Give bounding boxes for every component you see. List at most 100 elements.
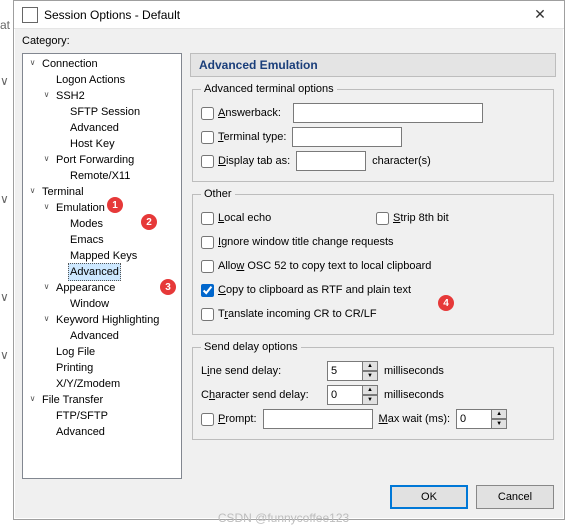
spin-up[interactable]: ▲ bbox=[363, 385, 378, 395]
spin-down[interactable]: ▼ bbox=[492, 419, 507, 429]
annotation-3: 3 bbox=[160, 279, 176, 295]
tree-node-xyzmodem[interactable]: X/Y/Zmodem bbox=[37, 376, 181, 392]
char-delay-field[interactable] bbox=[327, 385, 363, 405]
tree-node-emacs[interactable]: Emacs bbox=[51, 232, 181, 248]
display-tab-field[interactable] bbox=[296, 151, 366, 171]
annotation-4: 4 bbox=[438, 295, 454, 311]
group-advanced-terminal: Advanced terminal options Answerback: Te… bbox=[192, 83, 554, 182]
terminal-type-checkbox-label[interactable]: Terminal type: bbox=[201, 131, 286, 144]
bg-chevron: ∨ bbox=[0, 74, 9, 88]
strip-8th-checkbox-label[interactable]: Strip 8th bit bbox=[376, 212, 545, 225]
tree-node-logon-actions[interactable]: Logon Actions bbox=[37, 72, 181, 88]
group-legend: Other bbox=[201, 188, 235, 200]
settings-pane: Advanced Emulation Advanced terminal opt… bbox=[190, 53, 556, 479]
tree-node-log-file[interactable]: Log File bbox=[37, 344, 181, 360]
spin-down[interactable]: ▼ bbox=[363, 395, 378, 405]
terminal-type-checkbox[interactable] bbox=[201, 131, 214, 144]
annotation-1: 1 bbox=[107, 197, 123, 213]
tree-node-kh-advanced[interactable]: Advanced bbox=[51, 328, 181, 344]
tree-node-mapped-keys[interactable]: Mapped Keys bbox=[51, 248, 181, 264]
tree-node-file-transfer[interactable]: ∨File Transfer bbox=[23, 392, 181, 408]
category-tree[interactable]: ∨Connection Logon Actions ∨SSH2 SFTP Ses… bbox=[22, 53, 182, 479]
answerback-field[interactable] bbox=[293, 103, 483, 123]
spin-down[interactable]: ▼ bbox=[363, 371, 378, 381]
expander-icon[interactable]: ∨ bbox=[27, 394, 38, 405]
group-send-delay: Send delay options Line send delay: ▲▼ m… bbox=[192, 341, 554, 440]
spin-up[interactable]: ▲ bbox=[492, 409, 507, 419]
close-icon: ✕ bbox=[534, 6, 546, 23]
tree-node-emulation-advanced[interactable]: Advanced bbox=[51, 264, 181, 280]
local-echo-checkbox[interactable] bbox=[201, 212, 214, 225]
tree-node-modes[interactable]: Modes bbox=[51, 216, 181, 232]
title-bar: Session Options - Default ✕ bbox=[14, 1, 564, 29]
category-label: Category: bbox=[22, 35, 556, 47]
tree-node-ftp-sftp[interactable]: FTP/SFTP bbox=[37, 408, 181, 424]
bg-chevron: ∨ bbox=[0, 348, 9, 362]
expander-icon[interactable]: ∨ bbox=[41, 282, 52, 293]
terminal-type-field[interactable] bbox=[292, 127, 402, 147]
expander-icon[interactable]: ∨ bbox=[41, 90, 52, 101]
allow-osc52-checkbox[interactable] bbox=[201, 260, 214, 273]
allow-osc52-checkbox-label[interactable]: Allow OSC 52 to copy text to local clipb… bbox=[201, 260, 431, 273]
bg-chevron: ∨ bbox=[0, 192, 9, 206]
translate-cr-checkbox[interactable] bbox=[201, 308, 214, 321]
prompt-checkbox-label[interactable]: Prompt: bbox=[201, 413, 257, 426]
copy-rtf-checkbox[interactable] bbox=[201, 284, 214, 297]
dialog-window: Session Options - Default ✕ Category: ∨C… bbox=[13, 0, 565, 520]
translate-cr-checkbox-label[interactable]: Translate incoming CR to CR/LF bbox=[201, 308, 377, 321]
tree-node-connection[interactable]: ∨Connection bbox=[23, 56, 181, 72]
copy-rtf-checkbox-label[interactable]: Copy to clipboard as RTF and plain text bbox=[201, 284, 411, 297]
tree-node-ssh2-advanced[interactable]: Advanced bbox=[51, 120, 181, 136]
close-button[interactable]: ✕ bbox=[520, 1, 560, 29]
tree-node-port-forwarding[interactable]: ∨Port Forwarding bbox=[37, 152, 181, 168]
line-delay-field[interactable] bbox=[327, 361, 363, 381]
dialog-buttons: OK Cancel bbox=[390, 485, 554, 509]
prompt-checkbox[interactable] bbox=[201, 413, 214, 426]
cancel-button[interactable]: Cancel bbox=[476, 485, 554, 509]
tree-node-ft-advanced[interactable]: Advanced bbox=[37, 424, 181, 440]
ignore-title-checkbox[interactable] bbox=[201, 236, 214, 249]
answerback-checkbox-label[interactable]: Answerback: bbox=[201, 107, 281, 120]
expander-icon[interactable]: ∨ bbox=[41, 202, 52, 213]
expander-icon[interactable]: ∨ bbox=[41, 314, 52, 325]
max-wait-field[interactable] bbox=[456, 409, 492, 429]
tree-node-host-key[interactable]: Host Key bbox=[51, 136, 181, 152]
ignore-title-checkbox-label[interactable]: Ignore window title change requests bbox=[201, 236, 394, 249]
char-delay-spinner[interactable]: ▲▼ bbox=[327, 385, 378, 405]
display-tab-checkbox[interactable] bbox=[201, 155, 214, 168]
app-icon bbox=[22, 7, 38, 23]
tree-node-sftp-session[interactable]: SFTP Session bbox=[51, 104, 181, 120]
characters-label: character(s) bbox=[372, 155, 431, 167]
line-delay-label: Line send delay: bbox=[201, 365, 321, 377]
tree-node-terminal[interactable]: ∨Terminal bbox=[23, 184, 181, 200]
client-area: Category: ∨Connection Logon Actions ∨SSH… bbox=[22, 35, 556, 479]
line-delay-spinner[interactable]: ▲▼ bbox=[327, 361, 378, 381]
group-legend: Send delay options bbox=[201, 341, 301, 353]
local-echo-checkbox-label[interactable]: Local echo bbox=[201, 212, 370, 225]
spin-up[interactable]: ▲ bbox=[363, 361, 378, 371]
ms-label: milliseconds bbox=[384, 365, 444, 377]
group-other: Other Local echo Strip 8th bit Ignore wi… bbox=[192, 188, 554, 335]
annotation-2: 2 bbox=[141, 214, 157, 230]
display-tab-checkbox-label[interactable]: Display tab as: bbox=[201, 155, 290, 168]
tree-node-window[interactable]: Window bbox=[51, 296, 181, 312]
tree-node-keyword-highlighting[interactable]: ∨Keyword Highlighting bbox=[37, 312, 181, 328]
tree-node-printing[interactable]: Printing bbox=[37, 360, 181, 376]
char-delay-label: Character send delay: bbox=[201, 389, 321, 401]
tree-node-remote-x11[interactable]: Remote/X11 bbox=[51, 168, 181, 184]
window-title: Session Options - Default bbox=[44, 8, 520, 22]
max-wait-spinner[interactable]: ▲▼ bbox=[456, 409, 507, 429]
expander-icon[interactable]: ∨ bbox=[41, 154, 52, 165]
section-heading: Advanced Emulation bbox=[190, 53, 556, 77]
ms-label: milliseconds bbox=[384, 389, 444, 401]
ok-button[interactable]: OK bbox=[390, 485, 468, 509]
max-wait-label: Max wait (ms): bbox=[379, 413, 451, 425]
expander-icon[interactable]: ∨ bbox=[27, 186, 38, 197]
strip-8th-checkbox[interactable] bbox=[376, 212, 389, 225]
tree-node-ssh2[interactable]: ∨SSH2 bbox=[37, 88, 181, 104]
expander-icon[interactable]: ∨ bbox=[27, 58, 38, 69]
prompt-field[interactable] bbox=[263, 409, 373, 429]
bg-chevron: at bbox=[0, 18, 10, 32]
answerback-checkbox[interactable] bbox=[201, 107, 214, 120]
watermark: CSDN @funnycoffee123 bbox=[218, 511, 349, 525]
